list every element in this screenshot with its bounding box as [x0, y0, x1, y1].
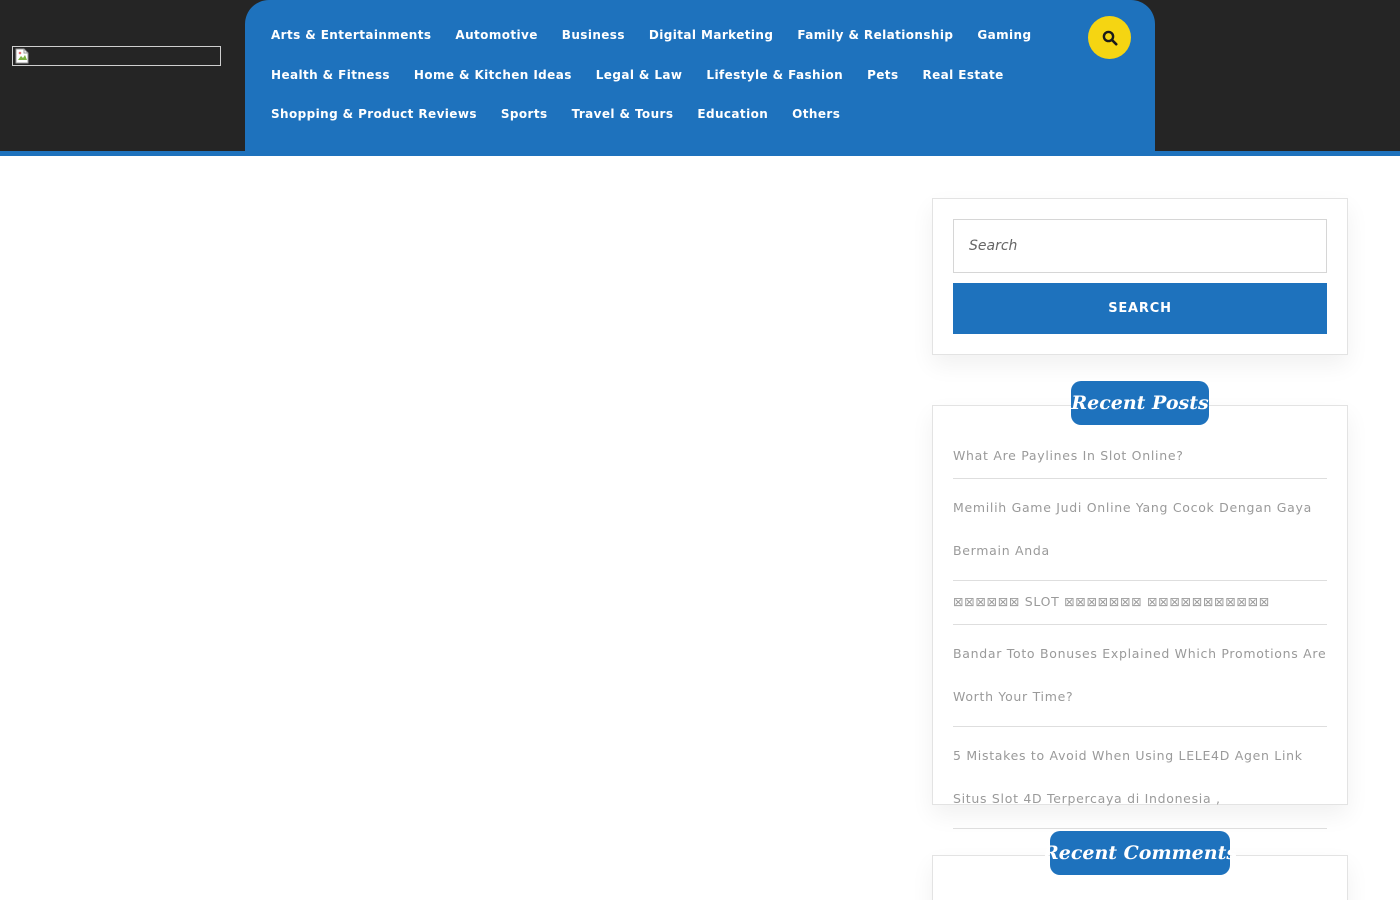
recent-posts-widget: What Are Paylines In Slot Online? Memili…: [932, 405, 1348, 829]
nav-row-2: Health & Fitness Home & Kitchen Ideas Le…: [271, 67, 1028, 83]
list-item: Bandar Toto Bonuses Explained Which Prom…: [953, 625, 1327, 727]
list-item: ⊠⊠⊠⊠⊠⊠ SLOT ⊠⊠⊠⊠⊠⊠⊠ ⊠⊠⊠⊠⊠⊠⊠⊠⊠⊠⊠: [953, 581, 1327, 625]
nav-item-automotive[interactable]: Automotive: [455, 27, 537, 43]
nav-item-lifestyle-fashion[interactable]: Lifestyle & Fashion: [706, 67, 843, 83]
nav-item-family-relationship[interactable]: Family & Relationship: [797, 27, 953, 43]
main-navigation: Arts & Entertainments Automotive Busines…: [245, 0, 1155, 156]
search-input[interactable]: [953, 219, 1327, 273]
nav-item-real-estate[interactable]: Real Estate: [923, 67, 1004, 83]
recent-post-link[interactable]: Bandar Toto Bonuses Explained Which Prom…: [953, 632, 1327, 718]
nav-item-digital-marketing[interactable]: Digital Marketing: [649, 27, 773, 43]
header-search-button[interactable]: [1088, 16, 1131, 59]
site-logo[interactable]: [12, 46, 221, 66]
recent-post-link[interactable]: 5 Mistakes to Avoid When Using LELE4D Ag…: [953, 734, 1327, 820]
nav-item-pets[interactable]: Pets: [867, 67, 898, 83]
nav-item-arts-entertainments[interactable]: Arts & Entertainments: [271, 27, 431, 43]
recent-posts-title: Recent Posts: [1071, 381, 1209, 425]
list-item: 5 Mistakes to Avoid When Using LELE4D Ag…: [953, 727, 1327, 829]
nav-item-health-fitness[interactable]: Health & Fitness: [271, 67, 390, 83]
recent-comments-title: Recent Comments: [1043, 831, 1237, 875]
nav-item-home-kitchen-ideas[interactable]: Home & Kitchen Ideas: [414, 67, 572, 83]
nav-item-sports[interactable]: Sports: [501, 106, 548, 122]
recent-post-link[interactable]: Memilih Game Judi Online Yang Cocok Deng…: [953, 486, 1327, 572]
search-widget: SEARCH: [932, 198, 1348, 355]
nav-row-3: Shopping & Product Reviews Sports Travel…: [271, 106, 864, 122]
list-item: What Are Paylines In Slot Online?: [953, 435, 1327, 479]
broken-image-icon: [15, 48, 29, 64]
nav-item-education[interactable]: Education: [697, 106, 768, 122]
search-submit-button[interactable]: SEARCH: [953, 283, 1327, 334]
nav-item-legal-law[interactable]: Legal & Law: [596, 67, 683, 83]
nav-item-shopping-product-reviews[interactable]: Shopping & Product Reviews: [271, 106, 477, 122]
nav-item-travel-tours[interactable]: Travel & Tours: [572, 106, 674, 122]
recent-post-link[interactable]: ⊠⊠⊠⊠⊠⊠ SLOT ⊠⊠⊠⊠⊠⊠⊠ ⊠⊠⊠⊠⊠⊠⊠⊠⊠⊠⊠: [953, 588, 1327, 616]
nav-item-gaming[interactable]: Gaming: [977, 27, 1031, 43]
nav-row-1: Arts & Entertainments Automotive Busines…: [271, 27, 1055, 43]
list-item: Memilih Game Judi Online Yang Cocok Deng…: [953, 479, 1327, 581]
search-icon: [1102, 30, 1117, 45]
recent-posts-list: What Are Paylines In Slot Online? Memili…: [953, 435, 1327, 829]
nav-item-business[interactable]: Business: [562, 27, 625, 43]
nav-item-others[interactable]: Others: [792, 106, 840, 122]
recent-post-link[interactable]: What Are Paylines In Slot Online?: [953, 442, 1327, 470]
